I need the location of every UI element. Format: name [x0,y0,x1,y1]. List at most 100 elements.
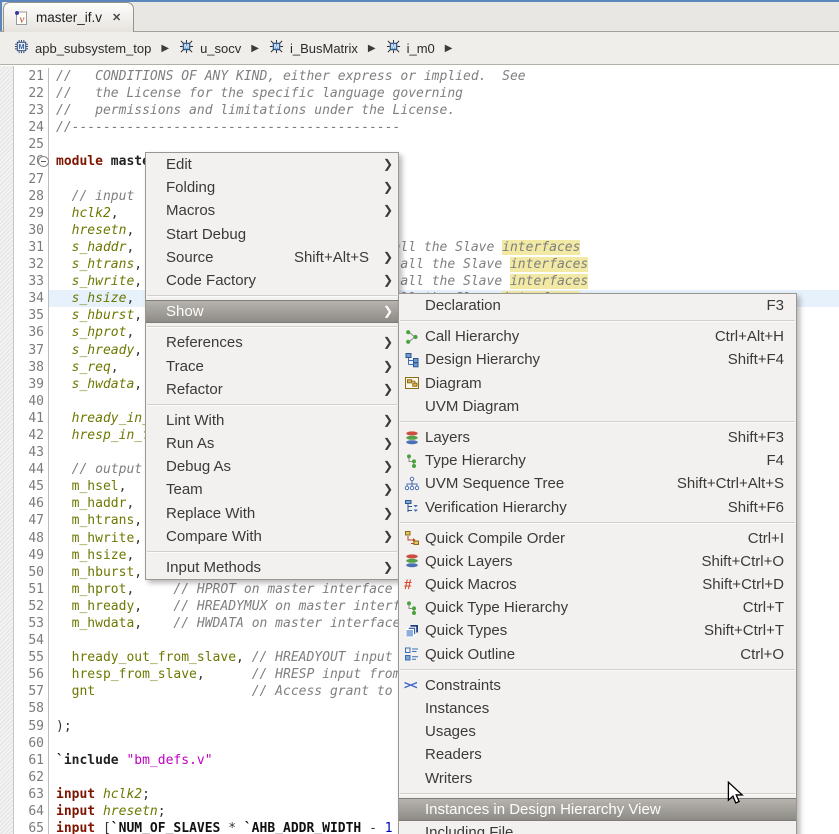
line-number: 56 [14,666,49,683]
menu-item-refactor[interactable]: Refactor❯ [146,378,398,401]
tab-master-if[interactable]: v master_if.v ✕ [3,2,134,32]
code-line-32: 32 s_htrans, // HTRANS from all the Slav… [14,256,839,273]
menu-item-verification-hierarchy[interactable]: Verification HierarchyShift+F6 [399,496,796,519]
menu-item-label: Readers [425,743,482,766]
menu-item-label: Run As [166,432,214,455]
menu-item-declaration[interactable]: DeclarationF3 [399,294,796,317]
menu-item-label: Lint With [166,409,224,432]
line-number: 64 [14,803,49,820]
menu-item-label: UVM Sequence Tree [425,472,564,495]
menu-item-replace-with[interactable]: Replace With❯ [146,502,398,525]
menu-item-call-hierarchy[interactable]: Call HierarchyCtrl+Alt+H [399,325,796,348]
svg-text:M: M [184,44,189,51]
line-number: 61 [14,752,49,769]
menu-item-shortcut: Shift+F4 [728,348,788,371]
menu-item-diagram[interactable]: Diagram [399,372,796,395]
menu-item-readers[interactable]: Readers [399,743,796,766]
menu-item-type-hierarchy[interactable]: Type HierarchyF4 [399,449,796,472]
menu-item-source[interactable]: SourceShift+Alt+S❯ [146,246,398,269]
breadcrumb-item-u-socv[interactable]: Mu_socv [175,37,245,59]
verilog-file-icon: v [13,10,29,26]
tab-close-icon[interactable]: ✕ [112,11,121,24]
code-line-23: 23// permissions and limitations under t… [14,102,839,119]
menu-separator [400,669,795,671]
menu-item-label: Diagram [425,372,482,395]
breadcrumb-arrow-icon[interactable]: ▶ [155,43,175,54]
menu-item-label: Code Factory [166,269,256,292]
menu-item-code-factory[interactable]: Code Factory❯ [146,269,398,292]
code-line-27: 27 [14,171,839,188]
menu-item-macros[interactable]: Macros❯ [146,199,398,222]
menu-item-run-as[interactable]: Run As❯ [146,432,398,455]
code-line-26: 26module master_if ( [14,153,839,170]
submenu-arrow-icon: ❯ [381,409,393,432]
menu-item-quick-type-hierarchy[interactable]: Quick Type HierarchyCtrl+T [399,596,796,619]
svg-text:v: v [20,13,25,25]
submenu-arrow-icon: ❯ [381,246,393,269]
menu-item-usages[interactable]: Usages [399,720,796,743]
menu-item-label: Layers [425,426,470,449]
line-number: 36 [14,324,49,341]
line-number: 45 [14,478,49,495]
breadcrumb-item-i-busmatrix[interactable]: Mi_BusMatrix [265,37,362,59]
code-text: // CONDITIONS OF ANY KIND, either expres… [49,68,839,85]
menu-item-lint-with[interactable]: Lint With ❯ [146,409,398,432]
line-number: 27 [14,171,49,188]
menu-item-folding[interactable]: Folding❯ [146,176,398,199]
menu-item-design-hierarchy[interactable]: Design HierarchyShift+F4 [399,348,796,371]
menu-item-shortcut: Shift+F6 [728,496,788,519]
menu-item-team[interactable]: Team❯ [146,478,398,501]
call-hierarchy-icon [404,329,425,345]
breadcrumb-label: i_BusMatrix [290,41,358,56]
menu-item-shortcut: Shift+Ctrl+O [701,550,788,573]
menu-item-references[interactable]: References❯ [146,331,398,354]
menu-item-including-file[interactable]: Including File [399,821,796,834]
menu-item-label: Folding [166,176,215,199]
menu-item-uvm-diagram[interactable]: UVM Diagram [399,395,796,418]
submenu-arrow-icon: ❯ [381,525,393,548]
menu-item-shortcut: Ctrl+O [740,643,788,666]
menu-item-label: Trace [166,355,204,378]
annotation-ruler[interactable] [0,66,14,834]
breadcrumb-item-i-m0[interactable]: Mi_m0 [382,37,439,59]
submenu-arrow-icon: ❯ [381,556,393,579]
menu-item-label: Input Methods [166,556,261,579]
menu-item-trace[interactable]: Trace❯ [146,355,398,378]
menu-item-uvm-sequence-tree[interactable]: UVM Sequence Tree Shift+Ctrl+Alt+S [399,472,796,495]
menu-item-label: Type Hierarchy [425,449,526,472]
breadcrumb-arrow-icon[interactable]: ▶ [439,43,459,54]
svg-text:M: M [274,44,279,51]
menu-item-shortcut: F3 [766,294,788,317]
menu-item-compare-with[interactable]: Compare With❯ [146,525,398,548]
menu-item-label: Show [166,301,204,322]
menu-item-show[interactable]: Show❯ [146,300,398,323]
breadcrumb-arrow-icon[interactable]: ▶ [245,43,265,54]
menu-item-quick-types[interactable]: Quick TypesShift+Ctrl+T [399,619,796,642]
menu-item-constraints[interactable]: ><Constraints [399,674,796,697]
menu-item-label: Instances in Design Hierarchy View [425,799,661,820]
menu-item-label: Quick Types [425,619,507,642]
menu-item-quick-outline[interactable]: Quick OutlineCtrl+O [399,643,796,666]
menu-item-quick-layers[interactable]: Quick LayersShift+Ctrl+O [399,550,796,573]
line-number: 34 [14,290,49,307]
module-icon: M [14,39,29,57]
instance-icon: M [179,39,194,57]
breadcrumb-arrow-icon[interactable]: ▶ [362,43,382,54]
menu-item-shortcut: Shift+Ctrl+Alt+S [677,472,788,495]
menu-item-instances[interactable]: Instances [399,697,796,720]
menu-item-input-methods[interactable]: Input Methods ❯ [146,556,398,579]
menu-item-shortcut: Ctrl+Alt+H [715,325,788,348]
line-number: 50 [14,564,49,581]
menu-item-start-debug[interactable]: Start Debug [146,223,398,246]
code-line-21: 21// CONDITIONS OF ANY KIND, either expr… [14,68,839,85]
line-number: 28 [14,188,49,205]
breadcrumb-item-apb-subsystem-top[interactable]: Mapb_subsystem_top [10,37,155,59]
menu-item-label: Source [166,246,214,269]
code-line-25: 25 [14,136,839,153]
editor-tab-bar: v master_if.v ✕ [0,0,839,32]
menu-item-quick-compile-order[interactable]: Quick Compile OrderCtrl+I [399,527,796,550]
menu-item-debug-as[interactable]: Debug As❯ [146,455,398,478]
menu-item-layers[interactable]: LayersShift+F3 [399,426,796,449]
menu-item-quick-macros[interactable]: #Quick MacrosShift+Ctrl+D [399,573,796,596]
menu-item-edit[interactable]: Edit❯ [146,153,398,176]
